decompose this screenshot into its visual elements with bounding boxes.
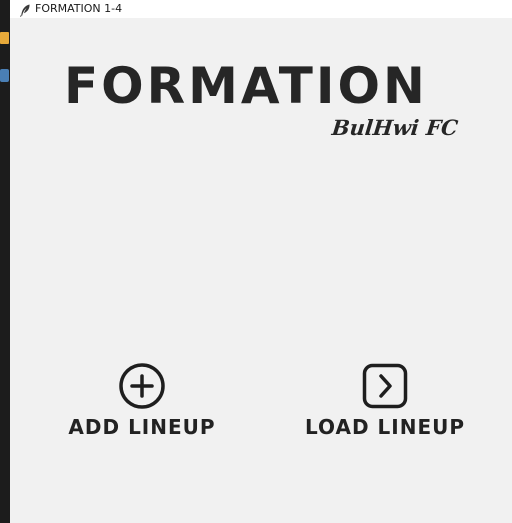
load-lineup-button[interactable]: LOAD LINEUP: [290, 362, 480, 442]
add-lineup-label: ADD LINEUP: [68, 415, 216, 439]
desktop-background-strip: [0, 0, 10, 523]
feather-icon: [18, 2, 32, 17]
desktop-app-icon[interactable]: [0, 69, 9, 82]
window-title: FORMATION 1-4: [35, 2, 123, 15]
app-logo-title: FORMATION: [64, 57, 428, 115]
chevron-right-square-icon: [361, 362, 409, 410]
plus-circle-icon: [118, 362, 166, 410]
app-logo-subtitle: BulHwi FC: [330, 115, 460, 140]
load-lineup-label: LOAD LINEUP: [304, 415, 466, 439]
window-titlebar[interactable]: FORMATION 1-4: [10, 0, 512, 18]
app-window-body: FORMATION BulHwi FC ADD LINEUP LOAD LINE…: [10, 18, 512, 523]
add-lineup-button[interactable]: ADD LINEUP: [47, 362, 237, 442]
desktop-folder-icon[interactable]: [0, 32, 9, 44]
